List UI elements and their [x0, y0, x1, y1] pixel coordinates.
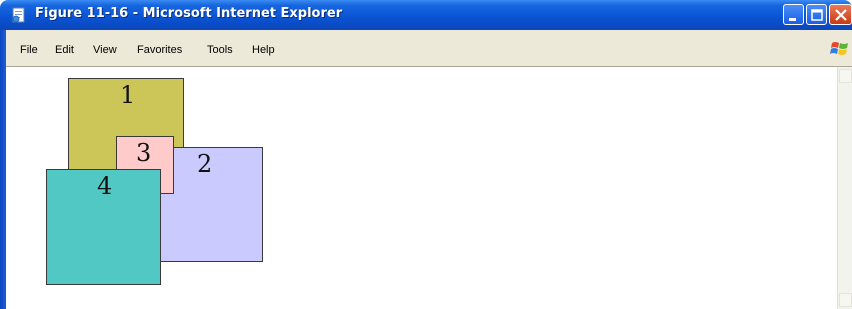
menu-file[interactable]: File — [20, 44, 38, 56]
menu-edit[interactable]: Edit — [55, 44, 74, 56]
box-2-label: 2 — [197, 150, 213, 178]
box-4-label: 4 — [97, 172, 113, 200]
window-title: Figure 11-16 - Microsoft Internet Explor… — [35, 6, 343, 21]
menu-view[interactable]: View — [93, 44, 117, 56]
scroll-down-arrow[interactable] — [839, 293, 852, 307]
title-bar[interactable]: Figure 11-16 - Microsoft Internet Explor… — [0, 0, 852, 30]
menu-help[interactable]: Help — [252, 44, 275, 56]
minimize-button[interactable] — [783, 4, 804, 25]
box-3-label: 3 — [136, 139, 152, 167]
menu-tools[interactable]: Tools — [207, 44, 233, 56]
box-4: 4 — [46, 169, 161, 285]
vertical-scrollbar[interactable] — [837, 67, 852, 309]
maximize-button[interactable] — [806, 4, 827, 25]
close-button[interactable] — [829, 4, 852, 25]
menu-bar: File Edit View Favorites Tools Help — [6, 30, 852, 67]
windows-flag-icon — [829, 39, 851, 59]
ie-page-icon — [11, 7, 27, 23]
scroll-up-arrow[interactable] — [839, 69, 852, 83]
browser-window: Figure 11-16 - Microsoft Internet Explor… — [0, 0, 852, 309]
box-1-label: 1 — [120, 81, 136, 109]
menu-favorites[interactable]: Favorites — [137, 44, 182, 56]
